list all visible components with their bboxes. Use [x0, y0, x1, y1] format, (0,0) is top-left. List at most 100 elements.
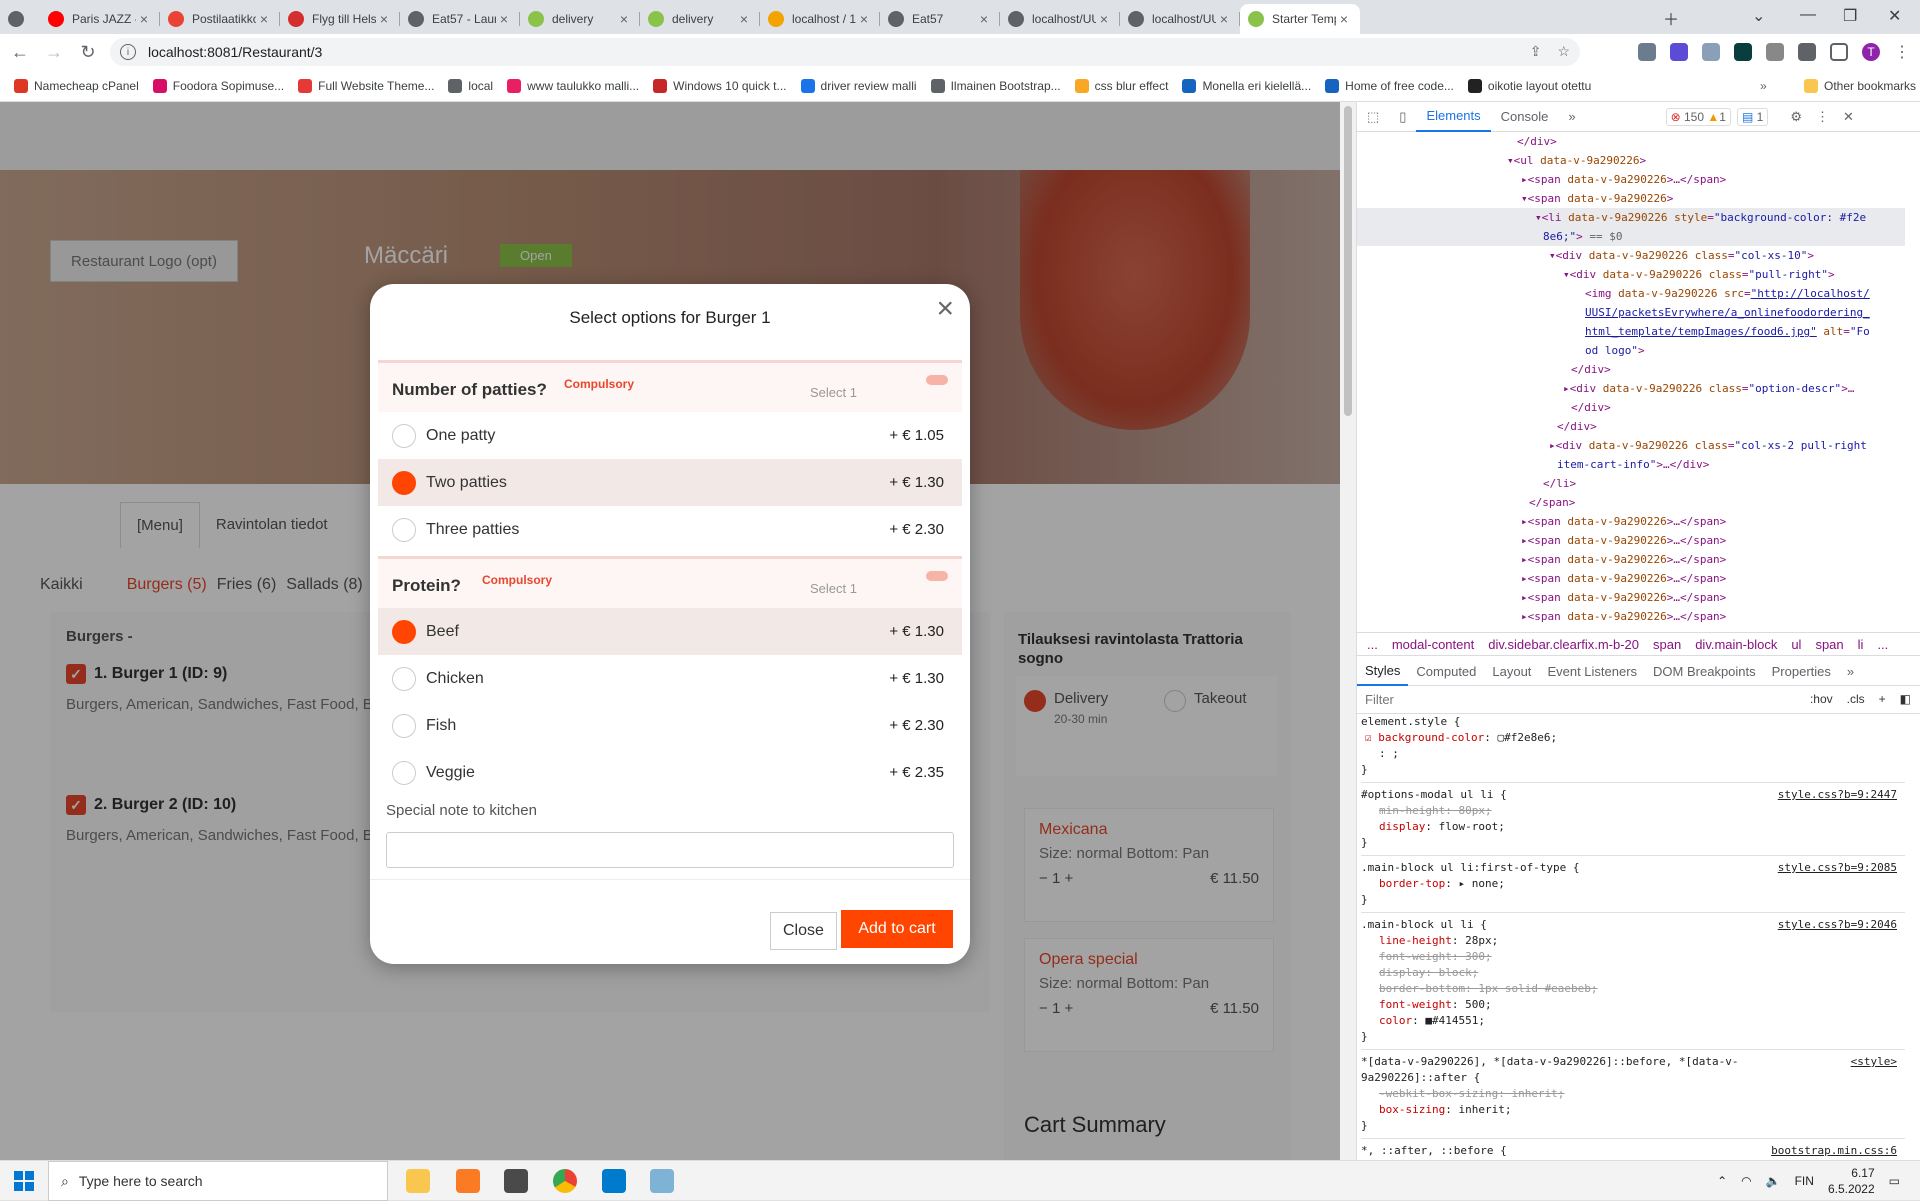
xampp-icon[interactable]	[456, 1169, 480, 1193]
css-rules[interactable]: element.style { ☑ background-color: ▢#f2…	[1357, 714, 1905, 1160]
crumb[interactable]: li	[1858, 637, 1864, 652]
file-explorer-icon[interactable]	[406, 1169, 430, 1193]
crumb[interactable]: modal-content	[1392, 637, 1474, 652]
taskbar-search[interactable]: ⌕ Type here to search	[48, 1161, 388, 1201]
close-icon[interactable]: ×	[936, 294, 954, 324]
radio-button[interactable]	[392, 666, 416, 691]
tab-elements[interactable]: Elements	[1416, 102, 1491, 132]
side-panel-icon[interactable]	[1830, 43, 1848, 61]
devtools-close-icon[interactable]: ✕	[1843, 109, 1854, 125]
crumb[interactable]: ul	[1791, 637, 1801, 652]
extension-icon[interactable]	[1670, 43, 1688, 61]
tray-chevron-icon[interactable]: ⌃	[1717, 1174, 1727, 1188]
tab-console[interactable]: Console	[1491, 102, 1559, 132]
forward-icon[interactable]: →	[40, 38, 68, 66]
bookmark-item[interactable]: local	[448, 78, 493, 93]
bookmark-item[interactable]: Namecheap cPanel	[14, 78, 139, 93]
error-badge[interactable]: ⊗ 150 ▲ 1	[1665, 107, 1731, 126]
option-row[interactable]: Veggie + € 2.35	[378, 749, 962, 796]
network-icon[interactable]: ◠	[1741, 1174, 1751, 1188]
notifications-icon[interactable]: ▭	[1889, 1174, 1900, 1188]
browser-tab[interactable]: delivery ×	[520, 4, 640, 34]
tab-dom-breakpoints[interactable]: DOM Breakpoints	[1645, 658, 1764, 686]
close-window-button[interactable]: ✕	[1888, 6, 1901, 26]
menu-kebab-icon[interactable]: ⋮	[1894, 42, 1910, 62]
vscode-icon[interactable]	[602, 1169, 626, 1193]
crumb[interactable]: span	[1653, 637, 1681, 652]
bookmark-item[interactable]: Windows 10 quick t...	[653, 78, 787, 93]
option-row[interactable]: Fish + € 2.30	[378, 702, 962, 749]
browser-tab[interactable]: Eat57 ×	[880, 4, 1000, 34]
tab-close-icon[interactable]: ×	[976, 11, 992, 27]
windows-start-icon[interactable]	[14, 1170, 34, 1191]
close-button[interactable]: Close	[770, 912, 837, 950]
tab-properties[interactable]: Properties	[1764, 658, 1839, 686]
browser-tab[interactable]: localhost/UUSI×	[1000, 4, 1120, 34]
radio-button[interactable]	[392, 423, 416, 448]
filter-input[interactable]: Filter	[1365, 692, 1394, 707]
tab-close-icon[interactable]: ×	[616, 11, 632, 27]
tab-layout[interactable]: Layout	[1484, 658, 1539, 686]
share-icon[interactable]: ⇪	[1530, 43, 1542, 60]
chrome-icon[interactable]	[553, 1169, 577, 1193]
browser-tab[interactable]: Postilaatikko (4×	[160, 4, 280, 34]
tab-styles[interactable]: Styles	[1357, 658, 1409, 686]
dom-tree[interactable]: </div> ▾<ul data-v-9a290226> ▸<span data…	[1357, 132, 1905, 632]
sublime-icon[interactable]	[504, 1169, 528, 1193]
option-row[interactable]: Beef + € 1.30	[378, 608, 962, 655]
browser-tab[interactable]: Paris JAZZ - Sm×	[40, 4, 160, 34]
option-row[interactable]: One patty + € 1.05	[378, 412, 962, 459]
minimize-button[interactable]: —	[1800, 6, 1816, 24]
maximize-button[interactable]: ❐	[1843, 6, 1857, 26]
option-row[interactable]: Chicken + € 1.30	[378, 655, 962, 702]
extension-icon[interactable]	[1734, 43, 1752, 61]
bookmark-star-icon[interactable]: ☆	[1557, 43, 1570, 60]
tab-close-icon[interactable]: ×	[256, 11, 272, 27]
bookmark-item[interactable]: Full Website Theme...	[298, 78, 434, 93]
tab-close-icon[interactable]: ×	[376, 11, 392, 27]
address-bar[interactable]: i localhost:8081/Restaurant/3 ⇪ ☆	[110, 38, 1580, 66]
tab-close-icon[interactable]: ×	[1096, 11, 1112, 27]
browser-tab[interactable]: localhost/UUSI×	[1120, 4, 1240, 34]
back-icon[interactable]: ←	[6, 38, 34, 66]
app-icon[interactable]	[650, 1169, 674, 1193]
message-badge[interactable]: ▤ 1	[1736, 107, 1769, 126]
extension-icon[interactable]	[1638, 43, 1656, 61]
crumb[interactable]: span	[1815, 637, 1843, 652]
hov-toggle[interactable]: :hov	[1810, 692, 1833, 706]
language-indicator[interactable]: FIN	[1795, 1174, 1814, 1188]
bookmark-item[interactable]: css blur effect	[1074, 78, 1168, 93]
other-bookmarks[interactable]: Other bookmarks	[1804, 78, 1916, 93]
inspect-icon[interactable]: ⬚	[1357, 102, 1389, 132]
crumb[interactable]: div.main-block	[1695, 637, 1777, 652]
settings-gear-icon[interactable]: ⚙	[1790, 109, 1802, 125]
browser-tab[interactable]: localhost / 127.×	[760, 4, 880, 34]
cls-toggle[interactable]: .cls	[1847, 692, 1865, 706]
browser-tab[interactable]: delivery ×	[640, 4, 760, 34]
reload-icon[interactable]: ↻	[74, 38, 102, 66]
tab-close-icon[interactable]: ×	[1216, 11, 1232, 27]
tab-close-icon[interactable]: ×	[856, 11, 872, 27]
tab-event-listeners[interactable]: Event Listeners	[1539, 658, 1645, 686]
radio-button[interactable]	[392, 470, 416, 495]
note-textarea[interactable]	[386, 832, 954, 868]
tab-close-icon[interactable]: ×	[736, 11, 752, 27]
devtools-menu-icon[interactable]: ⋮	[1816, 109, 1829, 125]
bookmark-item[interactable]: Monella eri kielellä...	[1182, 78, 1311, 93]
crumb[interactable]: ...	[1367, 637, 1378, 652]
tab-close-icon[interactable]: ×	[136, 11, 152, 27]
add-rule-icon[interactable]: +	[1879, 692, 1886, 706]
profile-avatar[interactable]: T	[1862, 43, 1880, 61]
extension-icon[interactable]	[1702, 43, 1720, 61]
tab-close-icon[interactable]: ×	[496, 11, 512, 27]
device-toggle-icon[interactable]: ▯	[1389, 102, 1416, 132]
bookmark-item[interactable]: oikotie layout otettu	[1467, 78, 1591, 93]
crumb[interactable]: ...	[1877, 637, 1888, 652]
crumb[interactable]: div.sidebar.clearfix.m-b-20	[1488, 637, 1639, 652]
speaker-icon[interactable]: 🔈	[1766, 1174, 1781, 1188]
clock[interactable]: 6.17 6.5.2022	[1828, 1165, 1875, 1197]
browser-tab[interactable]: Starter Templat×	[1240, 4, 1360, 34]
bookmark-item[interactable]: driver review malli	[800, 78, 917, 93]
more-style-tabs-icon[interactable]: »	[1839, 658, 1862, 686]
scrollbar-thumb[interactable]	[1344, 106, 1352, 416]
